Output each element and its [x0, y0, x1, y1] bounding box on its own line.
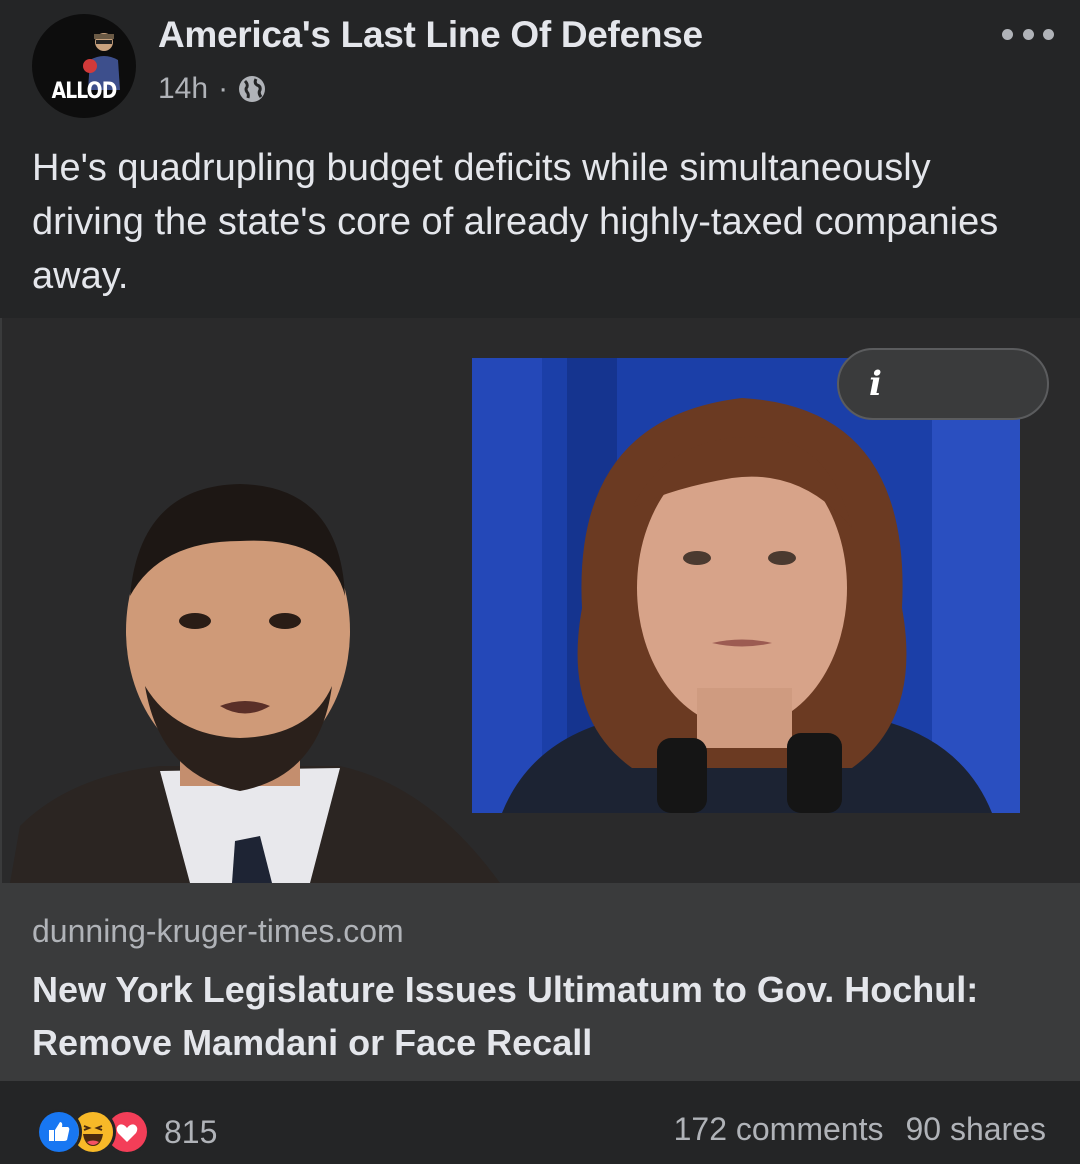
woman-portrait-image: [472, 358, 1020, 813]
reactions-summary[interactable]: 815: [36, 1109, 217, 1155]
link-domain: dunning-kruger-times.com: [32, 913, 404, 949]
meta-separator: ·: [218, 72, 229, 105]
post-meta: 14h ·: [158, 72, 266, 106]
link-preview-image[interactable]: i: [0, 318, 1080, 883]
more-options-icon[interactable]: [1002, 22, 1054, 46]
globe-icon: [239, 76, 266, 102]
post-footer: 815 172 comments 90 shares: [0, 1081, 1080, 1164]
link-headline: New York Legislature Issues Ultimatum to…: [32, 969, 979, 1063]
post-header: ALLOD America's Last Line Of Defense 14h…: [0, 0, 1080, 130]
post-timestamp[interactable]: 14h: [158, 72, 208, 106]
ad-info-button[interactable]: i: [837, 348, 1049, 420]
link-preview-card[interactable]: dunning-kruger-times.com New York Legisl…: [0, 883, 1080, 1081]
shares-count-link[interactable]: 90 shares: [905, 1111, 1046, 1147]
comments-count-link[interactable]: 172 comments: [674, 1111, 884, 1147]
man-portrait-image: [10, 484, 500, 883]
like-icon: [36, 1109, 82, 1155]
page-avatar[interactable]: ALLOD: [32, 14, 136, 118]
engagement-stats: 172 comments 90 shares: [674, 1111, 1046, 1148]
info-icon: i: [869, 364, 882, 404]
avatar-logo-text: ALLOD: [51, 79, 118, 104]
post-body-text: He's quadrupling budget deficits while s…: [32, 147, 999, 297]
page-name-link[interactable]: America's Last Line Of Defense: [158, 14, 703, 56]
reaction-count: 815: [164, 1113, 218, 1150]
